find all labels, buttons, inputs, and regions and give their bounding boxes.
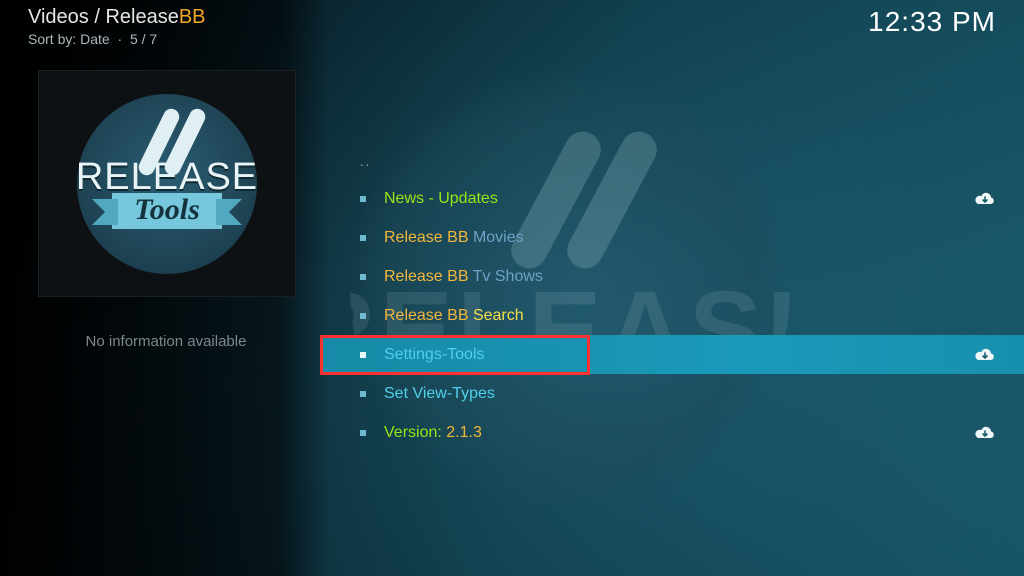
bullet-icon	[360, 274, 366, 280]
cloud-download-icon	[974, 347, 996, 363]
list-item-label: Movies	[473, 229, 524, 246]
list-item[interactable]: News - Updates	[320, 179, 1024, 218]
list-item-label: Set View-Types	[384, 385, 495, 402]
main-menu-list: .. News - UpdatesRelease BB MoviesReleas…	[320, 148, 1024, 452]
breadcrumb-accent: BB	[179, 6, 206, 28]
clock: 12:33 PM	[868, 6, 996, 38]
header-left: Videos / ReleaseBB Sort by: Date · 5 / 7	[28, 6, 206, 47]
cloud-download-icon	[974, 191, 996, 207]
list-item[interactable]: Version: 2.1.3	[320, 413, 1024, 452]
list-item-label: Release BB	[384, 229, 473, 246]
list-position: 5 / 7	[130, 31, 157, 47]
bullet-icon	[360, 430, 366, 436]
cloud-download-icon	[974, 425, 996, 441]
list-item-label: 2.1.3	[446, 424, 482, 441]
list-parent-link[interactable]: ..	[320, 148, 1024, 179]
bullet-icon	[360, 352, 366, 358]
sort-label: Sort by: Date	[28, 31, 110, 47]
sort-info: Sort by: Date · 5 / 7	[28, 31, 206, 47]
bullet-icon	[360, 313, 366, 319]
list-item[interactable]: Set View-Types	[320, 374, 1024, 413]
addon-thumbnail: RELEASE Tools	[38, 70, 296, 297]
sidebar: RELEASE Tools No information available	[38, 70, 294, 350]
list-item[interactable]: Release BB Tv Shows	[320, 257, 1024, 296]
addon-logo: RELEASE Tools	[77, 94, 257, 274]
bullet-icon	[360, 196, 366, 202]
list-item[interactable]: Settings-Tools	[320, 335, 1024, 374]
list-item[interactable]: Release BB Movies	[320, 218, 1024, 257]
bullet-icon	[360, 235, 366, 241]
breadcrumb-path: Videos / Release	[28, 6, 179, 28]
list-item[interactable]: Release BB Search	[320, 296, 1024, 335]
bullet-icon	[360, 391, 366, 397]
list-item-label: Release BB	[384, 268, 473, 285]
logo-ribbon: Tools	[112, 193, 222, 229]
list-item-label: Version:	[384, 424, 446, 441]
list-item-label: Settings-Tools	[384, 346, 485, 363]
list-item-label: Search	[473, 307, 524, 324]
list-item-label: Release BB	[384, 307, 473, 324]
info-panel: No information available	[38, 333, 294, 350]
list-item-label: Tv Shows	[473, 268, 543, 285]
breadcrumb: Videos / ReleaseBB	[28, 6, 206, 29]
list-item-label: News - Updates	[384, 190, 498, 207]
